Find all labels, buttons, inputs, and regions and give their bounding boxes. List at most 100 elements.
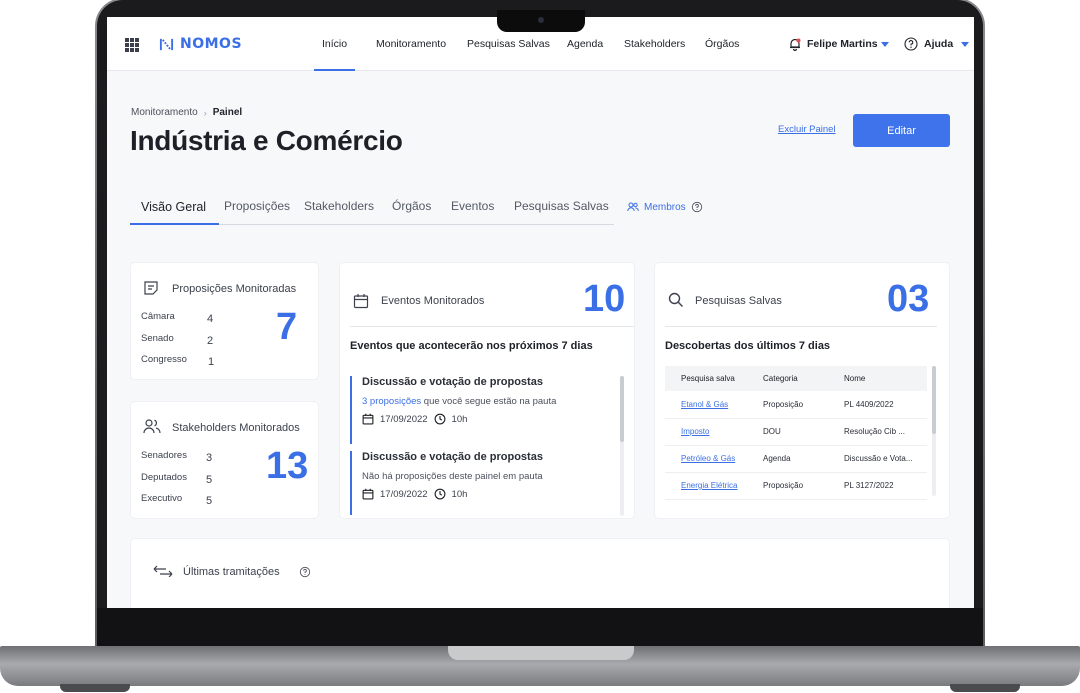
- propositions-link[interactable]: 3 proposições: [362, 396, 421, 407]
- column-header: Nome: [828, 366, 927, 391]
- event-desc-text: Não há proposições deste painel em pauta: [362, 471, 543, 482]
- clock-icon: [434, 413, 445, 425]
- table-header-row: Pesquisa salva Categoria Nome: [665, 366, 927, 391]
- tab-eventos[interactable]: Eventos: [451, 199, 494, 213]
- row-value: 3: [206, 452, 213, 464]
- tab-visao-geral[interactable]: Visão Geral: [141, 200, 206, 214]
- event-time: 10h: [451, 413, 468, 425]
- laptop-foot: [60, 684, 130, 692]
- row-label: Deputados: [141, 472, 187, 483]
- tab-orgaos[interactable]: Órgãos: [392, 199, 431, 213]
- nav-item-orgaos[interactable]: Órgãos: [705, 38, 739, 50]
- page-title: Indústria e Comércio: [130, 125, 403, 156]
- eventos-subtitle: Eventos que acontecerão nos próximos 7 d…: [350, 340, 593, 352]
- table-cell: Resolução Cib ...: [828, 418, 927, 446]
- row-label: Executivo: [141, 493, 183, 504]
- members-label: Membros: [644, 201, 686, 213]
- chevron-down-icon[interactable]: [881, 42, 889, 47]
- tab-active-indicator: [130, 223, 219, 225]
- arrows-left-right-icon: [153, 565, 173, 577]
- nav-active-indicator: [314, 69, 355, 71]
- row-value: 5: [206, 495, 213, 507]
- pesquisas-total: 03: [887, 278, 930, 320]
- row-value: 1: [208, 356, 215, 368]
- scrollbar-thumb[interactable]: [620, 376, 624, 442]
- app-logo[interactable]: NOMOS: [159, 36, 242, 52]
- column-header: Pesquisa salva: [665, 366, 747, 391]
- saved-search-link[interactable]: Energia Elétrica: [665, 472, 747, 500]
- row-value: 5: [206, 474, 213, 486]
- event-description: 3 proposições que você segue estão na pa…: [362, 396, 610, 407]
- table-cell: Proposição: [747, 391, 828, 419]
- nav-item-stakeholders[interactable]: Stakeholders: [624, 38, 685, 50]
- help-menu[interactable]: Ajuda: [924, 38, 953, 50]
- document-icon: [144, 281, 158, 295]
- event-date: 17/09/2022: [380, 413, 428, 425]
- card-title: Pesquisas Salvas: [695, 295, 782, 307]
- divider: [665, 326, 937, 327]
- breadcrumb-current: Painel: [212, 107, 243, 118]
- row-label: Senado: [141, 333, 174, 344]
- tab-pesquisas-salvas[interactable]: Pesquisas Salvas: [514, 199, 609, 213]
- table-cell: PL 4409/2022: [828, 391, 927, 419]
- laptop-foot: [950, 684, 1020, 692]
- table-row[interactable]: Petróleo & Gás Agenda Discussão e Vota..…: [665, 445, 927, 473]
- event-date: 17/09/2022: [380, 488, 428, 500]
- proposicoes-card[interactable]: Proposições Monitoradas Câmara 4 Senado …: [131, 263, 318, 379]
- event-description: Não há proposições deste painel em pauta: [362, 471, 610, 482]
- users-icon: [627, 202, 639, 212]
- tab-bar: Visão Geral Proposições Stakeholders Órg…: [130, 197, 614, 225]
- chevron-down-icon[interactable]: [961, 42, 969, 47]
- saved-search-link[interactable]: Petróleo & Gás: [665, 445, 747, 473]
- pesquisas-card: Pesquisas Salvas 03 Descobertas dos últi…: [655, 263, 949, 518]
- help-circle-icon[interactable]: [299, 566, 311, 578]
- saved-search-link[interactable]: Etanol & Gás: [665, 391, 747, 419]
- breadcrumb-monitoramento[interactable]: Monitoramento: [131, 107, 198, 118]
- members-button[interactable]: Membros: [627, 201, 703, 213]
- table-row[interactable]: Etanol & Gás Proposição PL 4409/2022: [665, 391, 927, 419]
- help-circle-icon[interactable]: [904, 37, 918, 51]
- scrollbar-thumb[interactable]: [932, 366, 936, 434]
- apps-grid-icon[interactable]: [125, 38, 139, 52]
- event-title: Discussão e votação de propostas: [362, 376, 543, 388]
- notification-bell-icon[interactable]: [788, 37, 802, 51]
- card-title: Eventos Monitorados: [381, 295, 485, 307]
- breadcrumb-separator-icon: ›: [203, 107, 207, 118]
- app-name: NOMOS: [180, 36, 243, 52]
- nav-item-agenda[interactable]: Agenda: [567, 38, 603, 50]
- saved-search-link[interactable]: Imposto: [665, 418, 747, 446]
- stakeholders-total: 13: [266, 445, 309, 487]
- card-title: Stakeholders Monitorados: [172, 422, 300, 434]
- row-label: Senadores: [141, 450, 187, 461]
- event-meta: 17/09/2022 10h: [362, 488, 610, 500]
- user-menu[interactable]: Felipe Martins: [807, 38, 878, 50]
- table-cell: Agenda: [747, 445, 828, 473]
- app-screen: NOMOS Início Monitoramento Pesquisas Sal…: [107, 17, 974, 608]
- row-label: Câmara: [141, 311, 175, 322]
- event-item[interactable]: Discussão e votação de propostas 3 propo…: [350, 376, 610, 444]
- tramitacoes-card: Últimas tramitações: [131, 539, 949, 608]
- divider: [350, 326, 634, 327]
- edit-button[interactable]: Editar: [853, 114, 950, 147]
- tab-stakeholders[interactable]: Stakeholders: [304, 199, 374, 213]
- delete-panel-link[interactable]: Excluir Painel: [778, 124, 836, 135]
- event-item[interactable]: Discussão e votação de propostas Não há …: [350, 451, 610, 515]
- nav-item-inicio[interactable]: Início: [322, 38, 347, 50]
- table-row[interactable]: Imposto DOU Resolução Cib ...: [665, 418, 927, 446]
- stakeholders-card[interactable]: Stakeholders Monitorados Senadores 3 Dep…: [131, 402, 318, 518]
- row-value: 4: [207, 313, 214, 325]
- table-cell: DOU: [747, 418, 828, 446]
- nav-item-monitoramento[interactable]: Monitoramento: [376, 38, 446, 50]
- users-icon: [143, 419, 161, 434]
- row-label: Congresso: [141, 354, 187, 365]
- help-circle-icon[interactable]: [691, 201, 703, 213]
- table-cell: Discussão e Vota...: [828, 445, 927, 473]
- camera-icon: [538, 17, 544, 23]
- row-value: 2: [207, 335, 214, 347]
- event-desc-text: que você segue estão na pauta: [421, 396, 557, 407]
- event-time: 10h: [451, 488, 468, 500]
- table-row[interactable]: Energia Elétrica Proposição PL 3127/2022: [665, 472, 927, 500]
- laptop-base-notch: [448, 646, 634, 660]
- tab-proposicoes[interactable]: Proposições: [224, 199, 290, 213]
- nav-item-pesquisas-salvas[interactable]: Pesquisas Salvas: [467, 38, 550, 50]
